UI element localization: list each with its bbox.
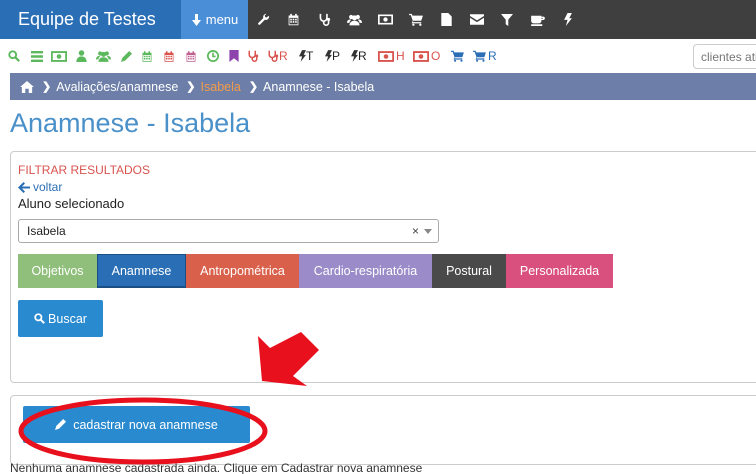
toolbar-suffix: R xyxy=(488,49,497,63)
toolbar-suffix: P xyxy=(332,49,341,63)
calendar-icon[interactable] xyxy=(185,39,197,73)
tab-anamnese[interactable]: Anamnese xyxy=(97,254,186,288)
money-o-icon[interactable]: O xyxy=(413,39,440,73)
coffee-icon[interactable] xyxy=(523,0,554,39)
pencil-icon xyxy=(55,419,67,430)
quick-toolbar: R T P R H O R xyxy=(0,39,756,73)
chevron-down-icon[interactable] xyxy=(424,229,432,234)
breadcrumb-current: Anamnese - Isabela xyxy=(263,79,375,94)
breadcrumb-separator: ❯ xyxy=(42,81,52,93)
tab-personalizada[interactable]: Personalizada xyxy=(506,254,613,288)
calendar-icon[interactable] xyxy=(163,39,175,73)
student-label: Aluno selecionado xyxy=(18,196,125,211)
back-label: voltar xyxy=(33,180,63,194)
users-icon[interactable] xyxy=(96,39,111,73)
pencil-icon[interactable] xyxy=(121,39,132,73)
money-icon[interactable] xyxy=(370,0,401,39)
filter-title: FILTRAR RESULTADOS xyxy=(18,163,151,177)
user-icon[interactable] xyxy=(76,39,87,73)
student-select[interactable]: Isabela × xyxy=(18,219,439,243)
empty-message: Nenhuma anamnese cadastrada ainda. Cliqu… xyxy=(10,461,423,474)
cart-icon[interactable] xyxy=(401,0,432,39)
toolbar-suffix: R xyxy=(358,49,367,63)
search-button-label: Buscar xyxy=(48,311,87,326)
client-search-input[interactable] xyxy=(693,44,756,69)
stethoscope-r-icon[interactable]: R xyxy=(267,39,288,73)
stethoscope-icon[interactable] xyxy=(247,39,259,73)
wrench-icon[interactable] xyxy=(248,0,279,39)
users-icon[interactable] xyxy=(340,0,371,39)
cart-r-icon[interactable]: R xyxy=(473,39,497,73)
calendar-icon[interactable] xyxy=(279,0,310,39)
create-anamnese-button[interactable]: cadastrar nova anamnese xyxy=(23,406,250,443)
tab-objetivos[interactable]: Objetivos xyxy=(18,254,97,288)
stethoscope-icon[interactable] xyxy=(309,0,340,39)
breadcrumb-item[interactable]: Isabela xyxy=(201,80,241,94)
search-button[interactable]: Buscar xyxy=(18,300,103,337)
breadcrumb-separator: ❯ xyxy=(248,81,259,93)
money-h-icon[interactable]: H xyxy=(378,39,405,73)
calendar-icon[interactable] xyxy=(141,39,153,73)
bolt-icon[interactable] xyxy=(553,0,584,39)
toolbar-suffix: R xyxy=(279,49,288,63)
bookmark-icon[interactable] xyxy=(229,39,239,73)
cart-icon[interactable] xyxy=(451,39,464,73)
app-title[interactable]: Equipe de Testes xyxy=(0,0,181,39)
money-icon[interactable] xyxy=(51,39,67,73)
search-icon[interactable] xyxy=(8,39,20,73)
student-select-value: Isabela xyxy=(27,224,66,238)
tab-antropometrica[interactable]: Antropométrica xyxy=(186,254,299,288)
clear-selection-icon[interactable]: × xyxy=(412,220,419,242)
bolt-t-icon[interactable]: T xyxy=(299,39,313,73)
top-navbar: Equipe de Testes menu xyxy=(0,0,756,39)
breadcrumb: ❯ Avaliações/anamnese ❯ Isabela ❯ Anamne… xyxy=(10,73,756,100)
page-title: Anamnese - Isabela xyxy=(10,108,251,138)
envelope-icon[interactable] xyxy=(462,0,493,39)
evaluation-tabs: Objetivos Anamnese Antropométrica Cardio… xyxy=(18,254,613,288)
toolbar-suffix: O xyxy=(431,49,441,63)
breadcrumb-item[interactable]: Avaliações/anamnese xyxy=(56,80,178,94)
tab-cardio-respiratoria[interactable]: Cardio-respiratória xyxy=(299,254,432,288)
list-icon[interactable] xyxy=(31,39,43,73)
bolt-r-icon[interactable]: R xyxy=(351,39,367,73)
home-icon[interactable] xyxy=(20,80,34,93)
bolt-p-icon[interactable]: P xyxy=(325,39,340,73)
breadcrumb-separator: ❯ xyxy=(186,81,196,93)
back-link[interactable]: voltar xyxy=(18,180,62,194)
toolbar-suffix: T xyxy=(306,49,314,63)
search-icon xyxy=(34,313,45,324)
arrow-down-icon xyxy=(191,14,201,26)
create-anamnese-label: cadastrar nova anamnese xyxy=(73,417,218,432)
menu-label: menu xyxy=(205,12,239,27)
tab-postural[interactable]: Postural xyxy=(432,254,506,288)
filter-icon[interactable] xyxy=(492,0,523,39)
top-icon-bar xyxy=(248,0,584,39)
file-icon[interactable] xyxy=(431,0,462,39)
clock-icon[interactable] xyxy=(207,39,219,73)
arrow-left-icon xyxy=(18,181,30,193)
toolbar-suffix: H xyxy=(396,49,405,63)
menu-button[interactable]: menu xyxy=(181,0,248,39)
